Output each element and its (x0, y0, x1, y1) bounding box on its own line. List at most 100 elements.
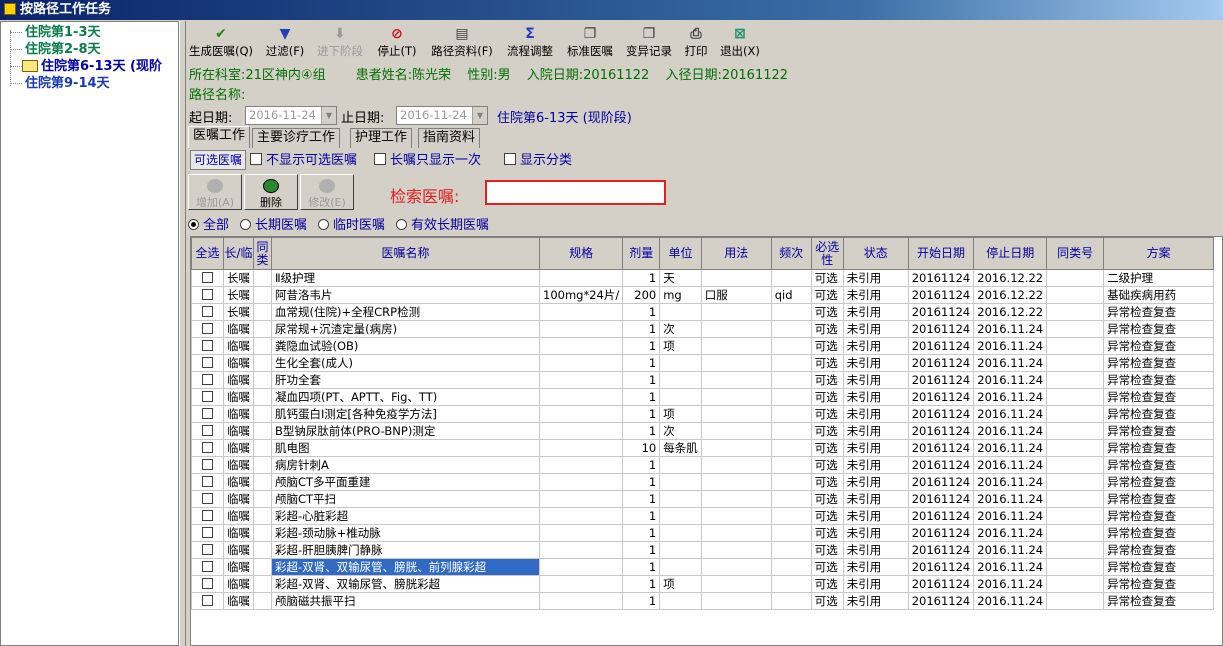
table-row[interactable]: 临嘱 肝功全套 1 可选 未引用 20161124 2016.11.24 异常检查复查 (191, 371, 1215, 389)
row-checkbox[interactable] (191, 405, 224, 423)
cell-class-no (1046, 405, 1105, 423)
table-row[interactable]: 长嘱 阿昔洛韦片 100mg*24片/200 mg 口服 qid 可选 未引用 20161124… (191, 286, 1215, 304)
show-category-checkbox[interactable]: 显示分类 (504, 153, 572, 168)
tree-item-stage-1[interactable]: 住院第1-3天 (25, 25, 101, 41)
table-row[interactable]: 临嘱 彩超-心脏彩超 1 可选 未引用 20161124 2016.11.24 异常检查复查 (191, 507, 1215, 525)
table-row[interactable]: 临嘱 颅脑磁共振平扫 1 可选 未引用 20161124 2016.11.24 异常检查复查 (191, 592, 1215, 610)
table-row[interactable]: 长嘱 Ⅱ级护理 1 天 可选 未引用 20161124 2016.12.22 二级护理 (191, 269, 1215, 287)
tree-item-stage-4[interactable]: 住院第9-14天 (25, 76, 110, 92)
row-checkbox[interactable] (191, 320, 224, 338)
table-row[interactable]: 临嘱 彩超-双肾、双输尿管、膀胱彩超 1 项 可选 未引用 20161124 2016.11.… (191, 575, 1215, 593)
table-row[interactable]: 临嘱 彩超-肝胆胰脾门静脉 1 可选 未引用 20161124 2016.11.24 异常检查… (191, 541, 1215, 559)
row-checkbox[interactable] (191, 507, 224, 525)
generate-orders-button[interactable]: ✔ 生成医嘱(Q) (188, 24, 254, 60)
flow-adjust-button[interactable]: Σ 流程调整 (504, 24, 556, 60)
row-checkbox[interactable] (191, 354, 224, 372)
row-checkbox[interactable] (191, 286, 224, 304)
table-row[interactable]: 临嘱 凝血四项(PT、APTT、Fig、TT) 1 可选 未引用 20161124 2016… (191, 388, 1215, 406)
cell-status: 未引用 (842, 473, 909, 491)
tree-item-stage-3[interactable]: 住院第6-13天 (现阶 (41, 59, 162, 75)
splitter[interactable] (179, 21, 186, 646)
stop-button[interactable]: ⊘ 停止(T) (374, 24, 420, 60)
add-button[interactable]: 增加(A) (188, 174, 242, 210)
next-stage-button[interactable]: ⬇ 进下阶段 (314, 24, 366, 60)
table-row[interactable]: 临嘱 颅脑CT多平面重建 1 可选 未引用 20161124 2016.11.24 异常检查复… (191, 473, 1215, 491)
end-date-picker[interactable]: 2016-11-24 ▼ (396, 106, 488, 125)
radio-all[interactable]: 全部 (188, 214, 229, 233)
cell-frequency (770, 354, 812, 372)
row-checkbox[interactable] (191, 490, 224, 508)
cell-plan: 异常检查复查 (1103, 575, 1215, 593)
cell-plan: 异常检查复查 (1103, 371, 1215, 389)
row-checkbox[interactable] (191, 592, 224, 610)
cell-spec (538, 320, 624, 338)
row-checkbox[interactable] (191, 456, 224, 474)
radio-temp[interactable]: 临时医嘱 (318, 214, 385, 233)
table-row[interactable]: 临嘱 B型钠尿肽前体(PRO-BNP)测定 1 次 可选 未引用 20161124 2016.… (191, 422, 1215, 440)
col-header-select-all[interactable]: 全选 (191, 237, 224, 270)
optional-orders-button[interactable]: 可选医嘱 (190, 150, 247, 170)
modify-button[interactable]: 修改(E) (300, 174, 354, 210)
chevron-down-icon[interactable]: ▼ (472, 107, 487, 124)
long-once-checkbox[interactable]: 长嘱只显示一次 (374, 153, 481, 168)
path-info-button[interactable]: ▤ 路径资料(F) (428, 24, 496, 60)
cell-usage: 口服 (700, 286, 772, 304)
filter-button[interactable]: ▼ 过滤(F) (262, 24, 308, 60)
table-row[interactable]: 临嘱 粪隐血试验(OB) 1 项 可选 未引用 20161124 2016.11.24 异常检查… (191, 337, 1215, 355)
search-input[interactable] (485, 180, 666, 205)
delete-button[interactable]: 删除 (244, 174, 298, 210)
row-checkbox[interactable] (191, 422, 224, 440)
row-checkbox[interactable] (191, 541, 224, 559)
row-checkbox[interactable] (191, 524, 224, 542)
row-checkbox[interactable] (191, 473, 224, 491)
hide-optional-checkbox[interactable]: 不显示可选医嘱 (250, 153, 357, 168)
table-row[interactable]: 临嘱 生化全套(成人) 1 可选 未引用 20161124 2016.11.24 异常检查复查 (191, 354, 1215, 372)
table-row[interactable]: 临嘱 肌钙蛋白Ⅰ测定[各种免疫学方法] 1 项 可选 未引用 20161124 2016.11… (191, 405, 1215, 423)
radio-valid-long[interactable]: 有效长期医嘱 (396, 214, 489, 233)
chevron-down-icon[interactable]: ▼ (321, 107, 336, 124)
tab-orders[interactable]: 医嘱工作 (188, 126, 251, 148)
tree-item-stage-2[interactable]: 住院第2-8天 (25, 42, 101, 58)
row-checkbox[interactable] (191, 439, 224, 457)
start-date-picker[interactable]: 2016-11-24 ▼ (245, 106, 337, 125)
table-row[interactable]: 临嘱 颅脑CT平扫 1 可选 未引用 20161124 2016.11.24 异常检查复查 (191, 490, 1215, 508)
row-checkbox[interactable] (191, 388, 224, 406)
exit-button[interactable]: ⊠ 退出(X) (717, 24, 763, 60)
tab-guide[interactable]: 指南资料 (418, 128, 481, 148)
tab-nursing[interactable]: 护理工作 (350, 128, 413, 148)
cell-order-name: 尿常规+沉渣定量(病房) (271, 320, 540, 338)
row-checkbox[interactable] (191, 575, 224, 593)
col-header-start-date: 开始日期 (907, 237, 975, 270)
cell-unit: 天 (659, 269, 702, 287)
table-row[interactable]: 临嘱 病房针刺A 1 可选 未引用 20161124 2016.11.24 异常检查复查 (191, 456, 1215, 474)
row-checkbox[interactable] (191, 558, 224, 576)
row-checkbox[interactable] (191, 337, 224, 355)
cell-frequency (770, 592, 812, 610)
cell-unit: mg (659, 286, 702, 304)
cell-order-name: 粪隐血试验(OB) (271, 337, 540, 355)
standard-orders-button[interactable]: ❐ 标准医嘱 (564, 24, 616, 60)
cell-status: 未引用 (842, 524, 909, 542)
table-row[interactable]: 临嘱 尿常规+沉渣定量(病房) 1 次 可选 未引用 20161124 2016.11.24 异… (191, 320, 1215, 338)
row-checkbox[interactable] (191, 371, 224, 389)
cell-stop-date: 2016.11.24 (973, 320, 1048, 338)
table-row[interactable]: 临嘱 彩超-双肾、双输尿管、膀胱、前列腺彩超 1 可选 未引用 20161124 2016.… (191, 558, 1215, 576)
cell-dose: 1 (622, 303, 661, 321)
print-button[interactable]: ⎙ 打印 (682, 24, 710, 60)
tab-diagnosis[interactable]: 主要诊疗工作 (252, 128, 341, 148)
row-checkbox[interactable] (191, 303, 224, 321)
row-checkbox[interactable] (191, 269, 224, 287)
tree-line (10, 30, 11, 86)
cell-dose: 1 (622, 371, 661, 389)
cell-stop-date: 2016.11.24 (973, 456, 1048, 474)
cell-start-date: 20161124 (907, 541, 975, 559)
table-row[interactable]: 长嘱 血常规(住院)+全程CRP检测 1 可选 未引用 20161124 2016.12.2… (191, 303, 1215, 321)
cell-dose: 1 (622, 524, 661, 542)
cell-start-date: 20161124 (907, 371, 975, 389)
radio-long[interactable]: 长期医嘱 (240, 214, 307, 233)
variation-record-button[interactable]: ❐ 变异记录 (623, 24, 675, 60)
title-bar: 按路径工作任务 (0, 0, 1223, 20)
table-row[interactable]: 临嘱 肌电图 10 每条肌 可选 未引用 20161124 2016.11.24 异常检查复查 (191, 439, 1215, 457)
printer-icon: ⎙ (690, 26, 702, 42)
table-row[interactable]: 临嘱 彩超-颈动脉+椎动脉 1 可选 未引用 20161124 2016.11.24 异常检查… (191, 524, 1215, 542)
